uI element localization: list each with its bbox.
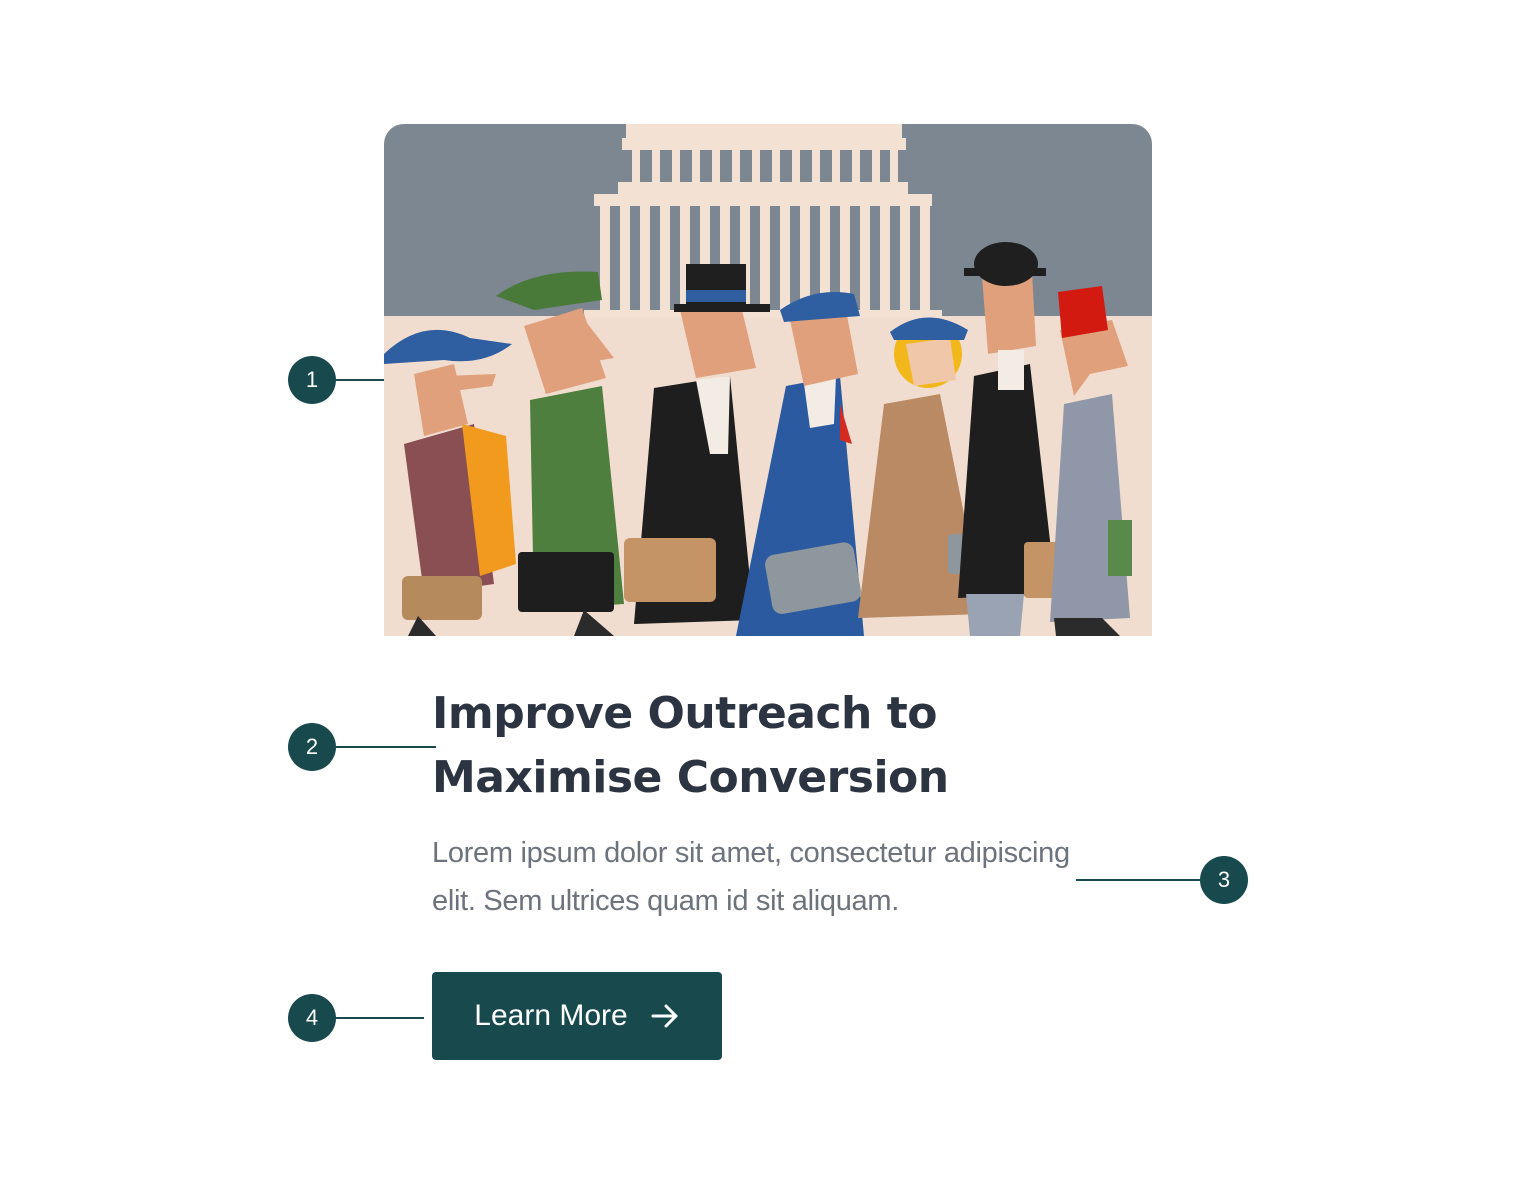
annotation-marker-1: 1 [288, 356, 336, 404]
annotation-marker-2: 2 [288, 723, 336, 771]
crowd-illustration [384, 124, 1152, 636]
annotation-marker-3: 3 [1200, 856, 1248, 904]
annotation-2-leader [336, 746, 436, 748]
annotation-4-leader [336, 1017, 424, 1019]
card-description: Lorem ipsum dolor sit amet, consectetur … [432, 837, 1070, 917]
arrow-right-icon [650, 1001, 680, 1031]
annotation-marker-4: 4 [288, 994, 336, 1042]
card-image [384, 124, 1152, 636]
annotation-1-leader [336, 379, 384, 381]
learn-more-label: Learn More [474, 999, 628, 1032]
card-title: Improve Outreach to Maximise Conversion [432, 688, 949, 803]
annotation-3-leader [1076, 879, 1200, 881]
learn-more-button[interactable]: Learn More [432, 972, 722, 1060]
